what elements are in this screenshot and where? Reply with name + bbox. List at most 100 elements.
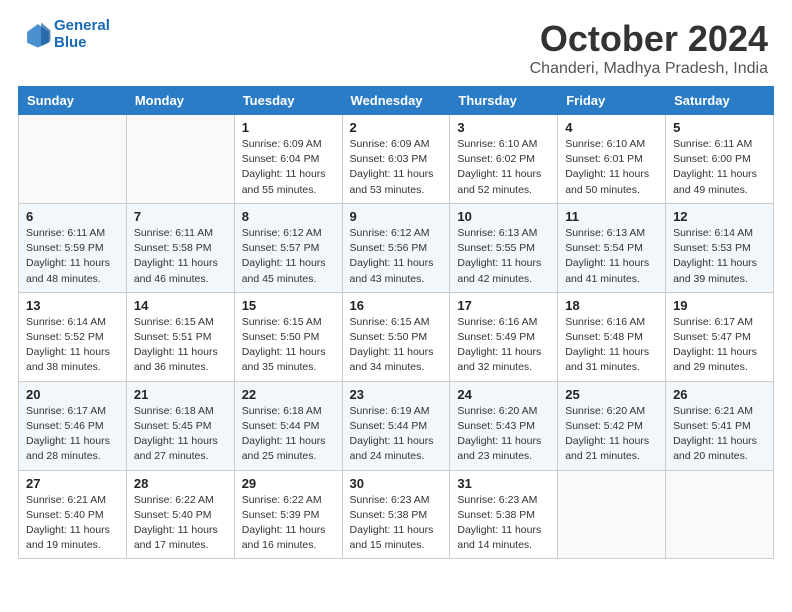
day-number: 7 [134, 209, 227, 224]
day-number: 8 [242, 209, 335, 224]
calendar-table: SundayMondayTuesdayWednesdayThursdayFrid… [18, 86, 774, 559]
title-block: October 2024 Chanderi, Madhya Pradesh, I… [530, 18, 768, 78]
day-number: 25 [565, 387, 658, 402]
day-info: Sunrise: 6:12 AMSunset: 5:57 PMDaylight:… [242, 226, 335, 287]
day-number: 16 [350, 298, 443, 313]
calendar-body: 1 Sunrise: 6:09 AMSunset: 6:04 PMDaylight… [19, 115, 774, 559]
day-number: 3 [457, 120, 550, 135]
day-number: 26 [673, 387, 766, 402]
calendar-cell: 27 Sunrise: 6:21 AMSunset: 5:40 PMDayligh… [19, 470, 127, 559]
day-info: Sunrise: 6:23 AMSunset: 5:38 PMDaylight:… [350, 493, 443, 554]
day-number: 20 [26, 387, 119, 402]
day-info: Sunrise: 6:19 AMSunset: 5:44 PMDaylight:… [350, 404, 443, 465]
calendar-cell: 20 Sunrise: 6:17 AMSunset: 5:46 PMDayligh… [19, 381, 127, 470]
day-info: Sunrise: 6:10 AMSunset: 6:01 PMDaylight:… [565, 137, 658, 198]
calendar-row: 20 Sunrise: 6:17 AMSunset: 5:46 PMDayligh… [19, 381, 774, 470]
day-number: 5 [673, 120, 766, 135]
calendar-cell: 24Sunrise: 6:20 AMSunset: 5:43 PMDayligh… [450, 381, 558, 470]
day-number: 9 [350, 209, 443, 224]
calendar-cell: 23 Sunrise: 6:19 AMSunset: 5:44 PMDayligh… [342, 381, 450, 470]
day-number: 18 [565, 298, 658, 313]
calendar-cell: 14 Sunrise: 6:15 AMSunset: 5:51 PMDayligh… [126, 292, 234, 381]
calendar-cell: 5 Sunrise: 6:11 AMSunset: 6:00 PMDaylight… [666, 115, 774, 204]
day-info: Sunrise: 6:22 AMSunset: 5:40 PMDaylight:… [134, 493, 227, 554]
page: General Blue October 2024 Chanderi, Madh… [0, 0, 792, 612]
weekday-header: Wednesday [342, 87, 450, 115]
header: General Blue October 2024 Chanderi, Madh… [0, 0, 792, 86]
day-info: Sunrise: 6:14 AMSunset: 5:52 PMDaylight:… [26, 315, 119, 376]
day-info: Sunrise: 6:18 AMSunset: 5:44 PMDaylight:… [242, 404, 335, 465]
day-info: Sunrise: 6:22 AMSunset: 5:39 PMDaylight:… [242, 493, 335, 554]
day-info: Sunrise: 6:18 AMSunset: 5:45 PMDaylight:… [134, 404, 227, 465]
weekday-header: Thursday [450, 87, 558, 115]
day-number: 13 [26, 298, 119, 313]
calendar-cell: 19 Sunrise: 6:17 AMSunset: 5:47 PMDayligh… [666, 292, 774, 381]
day-number: 2 [350, 120, 443, 135]
day-info: Sunrise: 6:21 AMSunset: 5:41 PMDaylight:… [673, 404, 766, 465]
weekday-header: Friday [558, 87, 666, 115]
calendar-cell: 15 Sunrise: 6:15 AMSunset: 5:50 PMDayligh… [234, 292, 342, 381]
day-info: Sunrise: 6:16 AMSunset: 5:48 PMDaylight:… [565, 315, 658, 376]
logo: General Blue [24, 18, 110, 51]
day-info: Sunrise: 6:15 AMSunset: 5:50 PMDaylight:… [242, 315, 335, 376]
calendar-cell: 9Sunrise: 6:12 AMSunset: 5:56 PMDaylight… [342, 203, 450, 292]
day-number: 10 [457, 209, 550, 224]
day-number: 19 [673, 298, 766, 313]
day-number: 30 [350, 476, 443, 491]
day-info: Sunrise: 6:23 AMSunset: 5:38 PMDaylight:… [457, 493, 550, 554]
day-number: 28 [134, 476, 227, 491]
calendar-cell: 17Sunrise: 6:16 AMSunset: 5:49 PMDayligh… [450, 292, 558, 381]
day-number: 31 [457, 476, 550, 491]
calendar-row: 13 Sunrise: 6:14 AMSunset: 5:52 PMDayligh… [19, 292, 774, 381]
calendar-cell [666, 470, 774, 559]
calendar-cell [19, 115, 127, 204]
calendar-cell: 8 Sunrise: 6:12 AMSunset: 5:57 PMDaylight… [234, 203, 342, 292]
day-number: 27 [26, 476, 119, 491]
day-info: Sunrise: 6:13 AMSunset: 5:54 PMDaylight:… [565, 226, 658, 287]
day-info: Sunrise: 6:11 AMSunset: 5:58 PMDaylight:… [134, 226, 227, 287]
calendar-cell: 16Sunrise: 6:15 AMSunset: 5:50 PMDayligh… [342, 292, 450, 381]
weekday-header: Sunday [19, 87, 127, 115]
day-number: 11 [565, 209, 658, 224]
calendar-cell: 26 Sunrise: 6:21 AMSunset: 5:41 PMDayligh… [666, 381, 774, 470]
weekday-header: Tuesday [234, 87, 342, 115]
day-info: Sunrise: 6:11 AMSunset: 6:00 PMDaylight:… [673, 137, 766, 198]
calendar-cell: 7 Sunrise: 6:11 AMSunset: 5:58 PMDaylight… [126, 203, 234, 292]
weekday-header: Saturday [666, 87, 774, 115]
calendar-cell: 1 Sunrise: 6:09 AMSunset: 6:04 PMDaylight… [234, 115, 342, 204]
day-info: Sunrise: 6:15 AMSunset: 5:51 PMDaylight:… [134, 315, 227, 376]
calendar-cell: 6Sunrise: 6:11 AMSunset: 5:59 PMDaylight… [19, 203, 127, 292]
day-number: 4 [565, 120, 658, 135]
calendar-cell: 3 Sunrise: 6:10 AMSunset: 6:02 PMDaylight… [450, 115, 558, 204]
day-info: Sunrise: 6:17 AMSunset: 5:47 PMDaylight:… [673, 315, 766, 376]
day-info: Sunrise: 6:10 AMSunset: 6:02 PMDaylight:… [457, 137, 550, 198]
day-number: 14 [134, 298, 227, 313]
calendar-row: 27 Sunrise: 6:21 AMSunset: 5:40 PMDayligh… [19, 470, 774, 559]
calendar-header: SundayMondayTuesdayWednesdayThursdayFrid… [19, 87, 774, 115]
day-info: Sunrise: 6:17 AMSunset: 5:46 PMDaylight:… [26, 404, 119, 465]
day-info: Sunrise: 6:13 AMSunset: 5:55 PMDaylight:… [457, 226, 550, 287]
day-number: 12 [673, 209, 766, 224]
day-info: Sunrise: 6:09 AMSunset: 6:04 PMDaylight:… [242, 137, 335, 198]
day-number: 22 [242, 387, 335, 402]
day-info: Sunrise: 6:16 AMSunset: 5:49 PMDaylight:… [457, 315, 550, 376]
day-info: Sunrise: 6:09 AMSunset: 6:03 PMDaylight:… [350, 137, 443, 198]
calendar-cell: 31 Sunrise: 6:23 AMSunset: 5:38 PMDayligh… [450, 470, 558, 559]
day-number: 15 [242, 298, 335, 313]
day-info: Sunrise: 6:20 AMSunset: 5:42 PMDaylight:… [565, 404, 658, 465]
calendar-row: 1 Sunrise: 6:09 AMSunset: 6:04 PMDaylight… [19, 115, 774, 204]
calendar-cell [558, 470, 666, 559]
calendar-cell: 30 Sunrise: 6:23 AMSunset: 5:38 PMDayligh… [342, 470, 450, 559]
day-number: 23 [350, 387, 443, 402]
logo-icon [24, 21, 52, 49]
day-number: 1 [242, 120, 335, 135]
calendar-cell: 2 Sunrise: 6:09 AMSunset: 6:03 PMDaylight… [342, 115, 450, 204]
calendar-wrap: SundayMondayTuesdayWednesdayThursdayFrid… [0, 86, 792, 577]
day-info: Sunrise: 6:11 AMSunset: 5:59 PMDaylight:… [26, 226, 119, 287]
day-number: 29 [242, 476, 335, 491]
calendar-cell: 13 Sunrise: 6:14 AMSunset: 5:52 PMDayligh… [19, 292, 127, 381]
day-info: Sunrise: 6:21 AMSunset: 5:40 PMDaylight:… [26, 493, 119, 554]
logo-text: General Blue [54, 18, 110, 51]
calendar-cell [126, 115, 234, 204]
calendar-cell: 12Sunrise: 6:14 AMSunset: 5:53 PMDayligh… [666, 203, 774, 292]
